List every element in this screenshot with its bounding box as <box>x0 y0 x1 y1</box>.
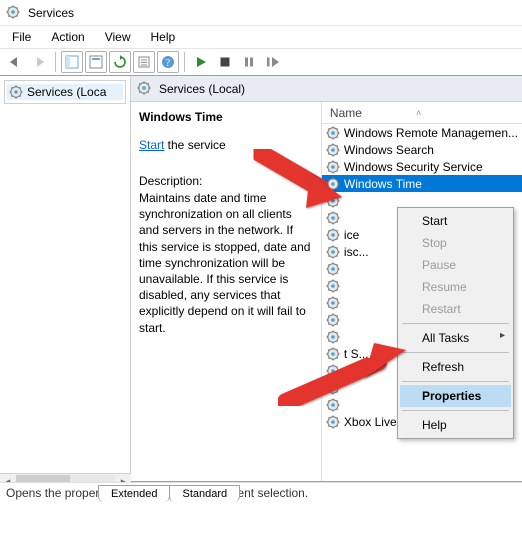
window-title: Services <box>28 6 74 20</box>
toolbar-refresh-all[interactable] <box>85 51 107 73</box>
panel-icon <box>65 55 79 69</box>
service-icon <box>326 211 340 225</box>
service-icon <box>326 381 340 395</box>
toolbar-properties[interactable] <box>133 51 155 73</box>
arrow-right-icon <box>31 56 47 68</box>
sort-indicator-icon: ˄ <box>416 108 421 118</box>
service-name: t S... <box>344 347 369 361</box>
description-text: Maintains date and time synchronization … <box>139 190 311 336</box>
service-icon <box>326 364 340 378</box>
service-icon <box>326 160 340 174</box>
tree-node-label: Services (Loca <box>27 85 106 99</box>
tree-pane: Services (Loca <box>0 76 131 481</box>
toolbar-pause-service[interactable] <box>238 51 260 73</box>
toolbar-show-hide-tree[interactable] <box>61 51 83 73</box>
service-icon <box>326 398 340 412</box>
refresh-icon <box>113 55 127 69</box>
service-icon <box>326 347 340 361</box>
service-icon <box>326 296 340 310</box>
menu-help[interactable]: Help <box>141 28 186 46</box>
pane-header-text: Services (Local) <box>159 82 245 96</box>
service-detail: Windows Time Start the service Descripti… <box>131 102 321 481</box>
titlebar: Services <box>0 0 522 26</box>
service-name: Windows Time <box>344 177 422 191</box>
view-tabs: Extended Standard <box>98 485 239 502</box>
service-icon <box>326 177 340 191</box>
statusbar: Opens the properties dialog box for the … <box>0 482 522 502</box>
ctx-properties[interactable]: Properties <box>400 385 511 407</box>
toolbar-separator <box>55 52 56 72</box>
service-name: ice <box>344 228 359 242</box>
service-icon <box>326 228 340 242</box>
toolbar-restart-service[interactable] <box>262 51 284 73</box>
pane-header: Services (Local) <box>131 76 522 102</box>
service-name: isc... <box>344 245 369 259</box>
service-icon <box>326 262 340 276</box>
toolbar-start-service[interactable] <box>190 51 212 73</box>
service-name: Windows Search <box>344 143 434 157</box>
stop-icon <box>219 56 231 68</box>
service-name: Windows Security Service <box>344 160 483 174</box>
ctx-pause: Pause <box>400 254 511 276</box>
pause-icon <box>243 56 255 68</box>
service-row[interactable]: Windows Search <box>322 141 522 158</box>
selected-service-name: Windows Time <box>139 110 311 124</box>
arrow-left-icon <box>7 56 23 68</box>
menu-view[interactable]: View <box>95 28 141 46</box>
tree-node-services[interactable]: Services (Loca <box>7 84 123 100</box>
window-icon <box>89 55 103 69</box>
properties-icon <box>137 55 151 69</box>
services-icon <box>9 85 23 99</box>
menubar: File Action View Help <box>0 26 522 48</box>
ctx-help[interactable]: Help <box>400 414 511 436</box>
service-icon <box>326 194 340 208</box>
service-row[interactable]: Windows Time <box>322 175 522 192</box>
service-start-line: Start the service <box>139 138 311 152</box>
context-menu: Start Stop Pause Resume Restart All Task… <box>397 207 514 439</box>
description-label: Description: <box>139 174 311 188</box>
tab-extended[interactable]: Extended <box>98 485 170 502</box>
restart-icon <box>266 56 280 68</box>
service-icon <box>326 330 340 344</box>
help-icon: ? <box>161 55 175 69</box>
toolbar-export-list[interactable] <box>109 51 131 73</box>
ctx-separator <box>402 410 509 411</box>
play-icon <box>195 56 207 68</box>
ctx-all-tasks[interactable]: All Tasks <box>400 327 511 349</box>
service-icon <box>326 245 340 259</box>
list-header[interactable]: Name ˄ <box>322 102 522 124</box>
svg-text:?: ? <box>166 58 171 69</box>
ctx-restart: Restart <box>400 298 511 320</box>
menu-file[interactable]: File <box>2 28 41 46</box>
ctx-stop: Stop <box>400 232 511 254</box>
ctx-refresh[interactable]: Refresh <box>400 356 511 378</box>
services-app-icon <box>6 5 22 21</box>
service-icon <box>326 126 340 140</box>
ctx-separator <box>402 323 509 324</box>
service-icon <box>326 143 340 157</box>
service-icon <box>326 415 340 429</box>
ctx-separator <box>402 352 509 353</box>
ctx-resume: Resume <box>400 276 511 298</box>
service-icon <box>326 279 340 293</box>
service-icon <box>326 313 340 327</box>
column-name: Name <box>330 106 362 120</box>
ctx-separator <box>402 381 509 382</box>
toolbar-back[interactable] <box>4 51 26 73</box>
toolbar-forward[interactable] <box>28 51 50 73</box>
menu-action[interactable]: Action <box>41 28 94 46</box>
toolbar-separator <box>184 52 185 72</box>
start-service-link[interactable]: Start <box>139 138 164 152</box>
ctx-start[interactable]: Start <box>400 210 511 232</box>
services-icon <box>137 81 153 97</box>
toolbar-stop-service[interactable] <box>214 51 236 73</box>
start-rest-text: the service <box>164 138 225 152</box>
toolbar-help[interactable]: ? <box>157 51 179 73</box>
service-row[interactable]: Windows Security Service <box>322 158 522 175</box>
service-row[interactable]: Windows Remote Managemen... <box>322 124 522 141</box>
service-name: Windows Remote Managemen... <box>344 126 518 140</box>
toolbar: ? <box>0 48 522 76</box>
tab-standard[interactable]: Standard <box>169 485 240 502</box>
